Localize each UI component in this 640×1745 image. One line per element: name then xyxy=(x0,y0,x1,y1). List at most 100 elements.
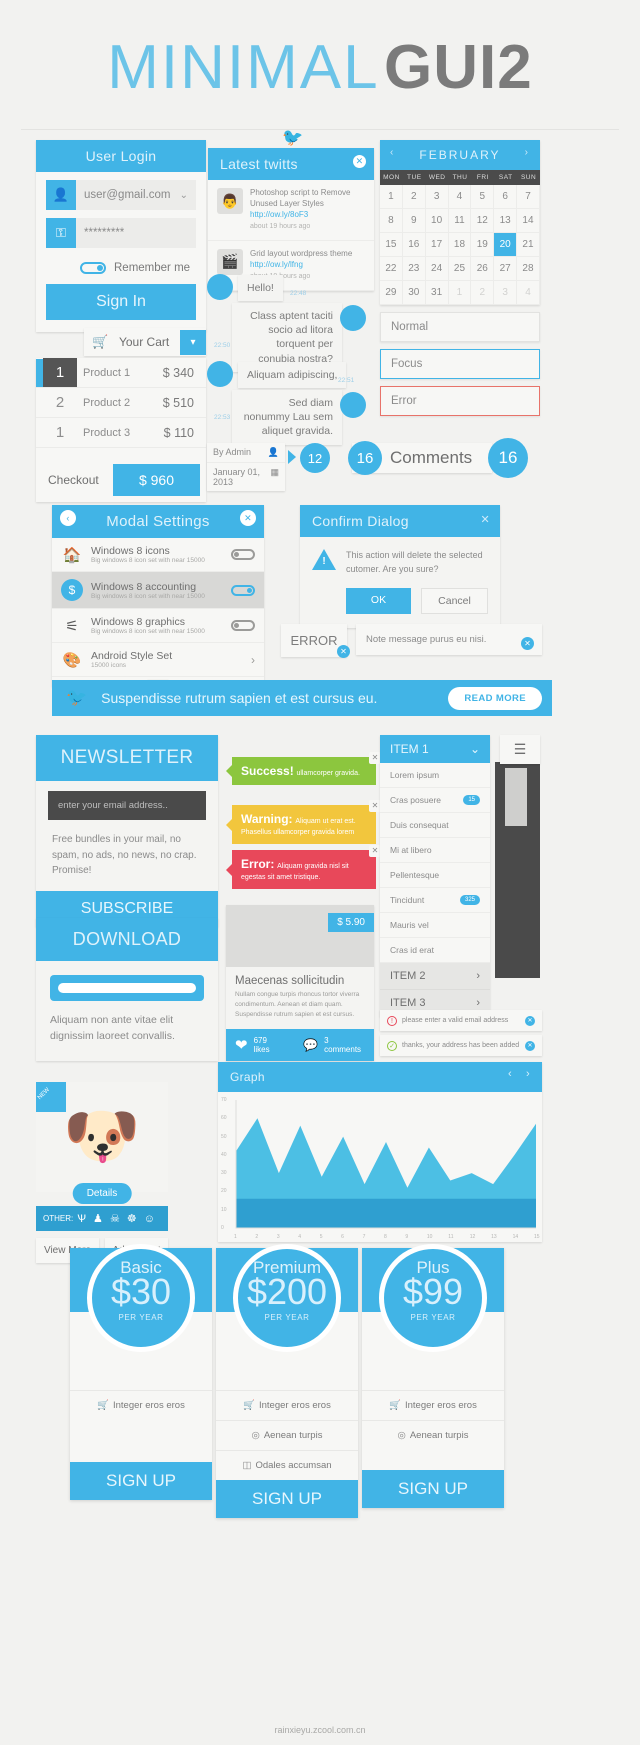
calendar-day[interactable]: 15 xyxy=(380,233,403,257)
close-icon[interactable]: ✕ xyxy=(480,513,490,526)
prev-month-button[interactable]: ‹ xyxy=(390,147,395,158)
calendar-day[interactable]: 1 xyxy=(448,281,472,305)
remember-me-row[interactable]: Remember me xyxy=(36,256,206,278)
calendar-day[interactable]: 4 xyxy=(448,185,472,209)
ok-button[interactable]: OK xyxy=(346,588,411,614)
toggle-switch[interactable] xyxy=(231,549,255,560)
note-close-icon[interactable]: ✕ xyxy=(521,637,534,650)
list-item[interactable]: Cras posuere 15 xyxy=(380,788,490,813)
calendar-day[interactable]: 16 xyxy=(402,233,426,257)
scrollbar[interactable] xyxy=(505,768,527,826)
list-item[interactable]: Pellentesque xyxy=(380,863,490,888)
close-icon[interactable]: ✕ xyxy=(525,1016,535,1026)
calendar-day[interactable]: 21 xyxy=(517,233,540,257)
input-error[interactable]: Error xyxy=(380,386,540,416)
heart-icon[interactable]: ❤ xyxy=(235,1036,248,1054)
graph-prev-button[interactable]: ‹ xyxy=(508,1068,512,1080)
hamburger-icon[interactable]: ☰ xyxy=(500,735,540,764)
toggle-switch[interactable] xyxy=(231,620,255,631)
calendar-day[interactable]: 23 xyxy=(402,257,426,281)
calendar-day[interactable]: 2 xyxy=(471,281,495,305)
list-item[interactable]: Lorem ipsum xyxy=(380,763,490,788)
calendar-day[interactable]: 20 xyxy=(494,233,518,257)
close-icon[interactable]: ✕ xyxy=(240,510,256,526)
calendar-day[interactable]: 19 xyxy=(471,233,495,257)
calendar-day[interactable]: 8 xyxy=(380,209,403,233)
list-item[interactable]: ⚟ Windows 8 graphics Big windows 8 icon … xyxy=(52,609,264,643)
sign-in-button[interactable]: Sign In xyxy=(46,284,196,320)
calendar-day[interactable]: 11 xyxy=(448,209,472,233)
note-message-box[interactable]: Note message purus eu nisi. xyxy=(356,624,542,655)
sign-up-button[interactable]: SIGN UP xyxy=(362,1470,504,1508)
calendar-grid[interactable]: 1 2 3 4 5 6 7 8 9 10 11 12 13 14 15 16 17 18 19 20 21 22 23 24 2… xyxy=(380,185,540,305)
chevron-down-icon[interactable]: ⌄ xyxy=(180,190,196,201)
calendar-day[interactable]: 30 xyxy=(402,281,426,305)
progress-bar[interactable] xyxy=(50,975,204,1001)
list-item[interactable]: $ Windows 8 accounting Big windows 8 ico… xyxy=(52,572,264,609)
calendar-day[interactable]: 4 xyxy=(517,281,540,305)
other-icons[interactable]: Ѱ ♟ ☠ ☸ ☺ xyxy=(77,1212,157,1225)
calendar-day[interactable]: 13 xyxy=(494,209,518,233)
sign-up-button[interactable]: SIGN UP xyxy=(216,1480,358,1518)
list-item[interactable]: Mauris vel xyxy=(380,913,490,938)
calendar-day[interactable]: 24 xyxy=(425,257,449,281)
calendar-day[interactable]: 14 xyxy=(517,209,540,233)
calendar-day[interactable]: 1 xyxy=(380,185,403,209)
table-row[interactable]: 1 Product 1 $ 340 xyxy=(36,358,206,388)
close-icon[interactable]: ✕ xyxy=(525,1041,535,1051)
calendar-day[interactable]: 7 xyxy=(517,185,540,209)
details-button[interactable]: Details xyxy=(72,1183,132,1204)
back-icon[interactable]: ‹ xyxy=(60,510,76,526)
calendar-day[interactable]: 2 xyxy=(402,185,426,209)
checkout-total-button[interactable]: $ 960 xyxy=(112,464,200,496)
comments-count-left[interactable]: 16 xyxy=(348,441,382,475)
chevron-down-icon[interactable]: ▾ xyxy=(180,329,206,355)
tweet-link[interactable]: http://ow.ly/lfng xyxy=(250,260,303,269)
sign-up-button[interactable]: SIGN UP xyxy=(70,1462,212,1500)
list-item[interactable]: Cras id erat xyxy=(380,938,490,963)
calendar-day[interactable]: 22 xyxy=(380,257,403,281)
comments-count-right[interactable]: 16 xyxy=(488,438,528,478)
password-field-row[interactable]: ⚿ ********* xyxy=(46,218,196,248)
calendar-day[interactable]: 3 xyxy=(494,281,518,305)
calendar-day[interactable]: 5 xyxy=(471,185,495,209)
list-item[interactable]: Tincidunt 325 xyxy=(380,888,490,913)
remember-toggle[interactable] xyxy=(80,262,106,274)
calendar-day[interactable]: 9 xyxy=(402,209,426,233)
calendar-day[interactable]: 29 xyxy=(380,281,403,305)
calendar-day[interactable]: 3 xyxy=(425,185,449,209)
graph-next-button[interactable]: › xyxy=(526,1068,530,1080)
list-section-item2[interactable]: ITEM 2 › xyxy=(380,963,490,990)
list-menu-header[interactable]: ITEM 1 ⌄ xyxy=(380,735,490,763)
list-item[interactable]: 🎬 Grid layout wordpress theme http://ow.… xyxy=(208,241,374,291)
calendar-day[interactable]: 31 xyxy=(425,281,449,305)
calendar-day[interactable]: 26 xyxy=(471,257,495,281)
password-value[interactable]: ********* xyxy=(76,227,196,239)
input-normal[interactable]: Normal xyxy=(380,312,540,342)
email-field-row[interactable]: 👤 user@gmail.com ⌄ xyxy=(46,180,196,210)
list-item[interactable]: 🏠 Windows 8 icons Big windows 8 icon set… xyxy=(52,538,264,572)
toggle-switch[interactable] xyxy=(231,584,255,596)
tweet-link[interactable]: http://ow.ly/8oF3 xyxy=(250,210,308,219)
error-badge-icon[interactable]: ✕ xyxy=(337,645,350,658)
calendar-day[interactable]: 27 xyxy=(494,257,518,281)
list-item[interactable]: Mi at libero xyxy=(380,838,490,863)
list-item[interactable]: 🎨 Android Style Set 15000 icons › xyxy=(52,643,264,677)
cancel-button[interactable]: Cancel xyxy=(421,588,488,614)
email-value[interactable]: user@gmail.com xyxy=(76,189,180,201)
calendar-day[interactable]: 17 xyxy=(425,233,449,257)
calendar-day[interactable]: 25 xyxy=(448,257,472,281)
calendar-day[interactable]: 10 xyxy=(425,209,449,233)
read-more-button[interactable]: READ MORE xyxy=(448,686,542,710)
chevron-down-icon[interactable]: ⌄ xyxy=(470,742,480,756)
chevron-right-icon[interactable]: › xyxy=(251,653,255,667)
list-item[interactable]: Duis consequat xyxy=(380,813,490,838)
your-cart-button[interactable]: 🛒 Your Cart ▾ xyxy=(84,328,206,356)
calendar-day[interactable]: 6 xyxy=(494,185,518,209)
calendar-day[interactable]: 18 xyxy=(448,233,472,257)
calendar-day[interactable]: 28 xyxy=(517,257,540,281)
next-month-button[interactable]: › xyxy=(525,147,530,158)
qty-stepper[interactable] xyxy=(36,358,43,387)
close-icon[interactable]: ✕ xyxy=(353,155,366,168)
input-focus[interactable]: Focus xyxy=(380,349,540,379)
